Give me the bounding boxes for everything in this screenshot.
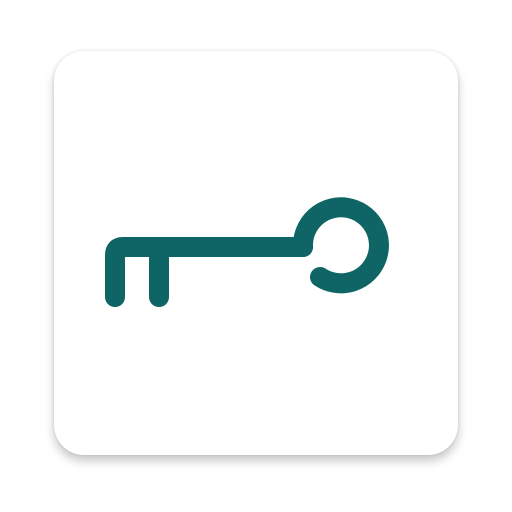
app-icon-canvas	[0, 0, 512, 512]
key-shape	[105, 197, 389, 307]
key-shaft	[105, 237, 313, 307]
key-bow	[292, 197, 389, 294]
key-icon	[105, 197, 389, 307]
